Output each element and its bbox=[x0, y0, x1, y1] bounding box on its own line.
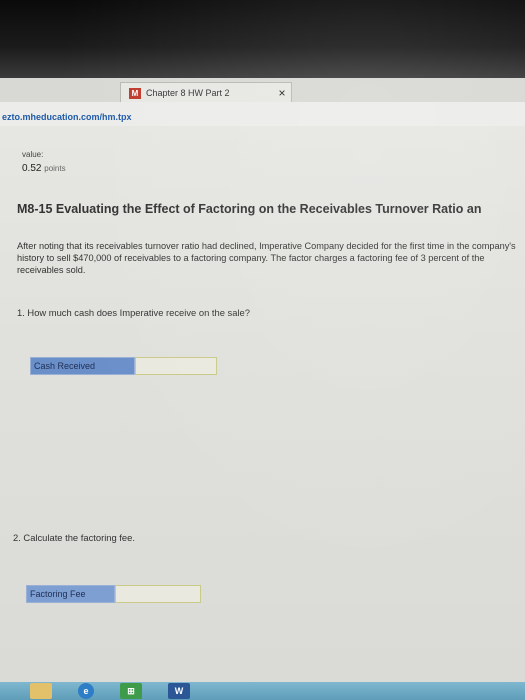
question-title: M8-15 Evaluating the Effect of Factoring… bbox=[17, 202, 525, 216]
monitor-bezel bbox=[0, 0, 525, 78]
browser-tab[interactable]: M Chapter 8 HW Part 2 × bbox=[120, 82, 292, 103]
question-2-text: 2. Calculate the factoring fee. bbox=[13, 532, 135, 543]
cash-received-row: Cash Received bbox=[30, 357, 217, 375]
close-icon[interactable]: × bbox=[273, 86, 291, 100]
internet-explorer-icon[interactable]: e bbox=[78, 683, 94, 699]
word-icon[interactable]: W bbox=[168, 683, 190, 699]
store-icon[interactable]: ⊞ bbox=[120, 683, 142, 699]
value-amount: 0.52 points bbox=[22, 163, 66, 174]
value-label: value: bbox=[22, 150, 44, 159]
question-id: M8-15 bbox=[17, 202, 53, 216]
factoring-fee-label: Factoring Fee bbox=[26, 585, 115, 603]
file-explorer-icon[interactable] bbox=[30, 683, 52, 699]
cash-received-input[interactable] bbox=[135, 357, 217, 375]
tab-title: Chapter 8 HW Part 2 bbox=[146, 88, 230, 98]
points-unit: points bbox=[44, 164, 66, 173]
mcgraw-hill-favicon-icon: M bbox=[129, 87, 141, 99]
cash-received-label: Cash Received bbox=[30, 357, 135, 375]
problem-statement: After noting that its receivables turnov… bbox=[17, 241, 516, 275]
question-1-text: 1. How much cash does Imperative receive… bbox=[17, 307, 250, 318]
points-value: 0.52 bbox=[22, 163, 42, 174]
factoring-fee-row: Factoring Fee bbox=[26, 585, 201, 603]
question-heading: Evaluating the Effect of Factoring on th… bbox=[55, 202, 482, 216]
factoring-fee-input[interactable] bbox=[115, 585, 201, 603]
url-bar[interactable]: ezto.mheducation.com/hm.tpx bbox=[0, 112, 132, 122]
taskbar: e ⊞ W bbox=[0, 682, 525, 700]
